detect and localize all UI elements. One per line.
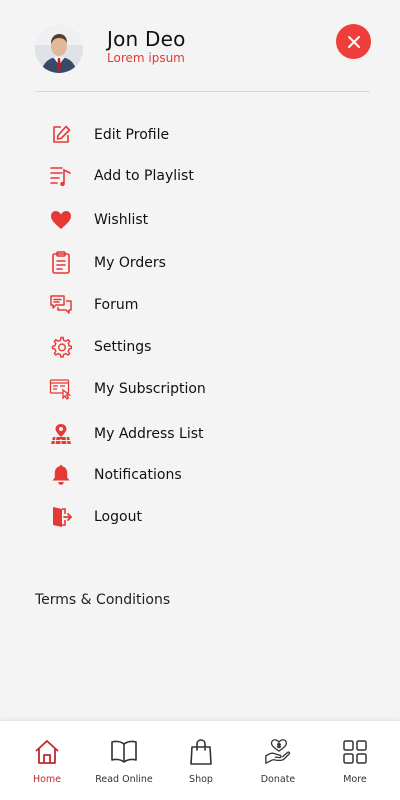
menu-item-add-to-playlist[interactable]: Add to Playlist	[48, 161, 368, 191]
header-divider	[35, 91, 370, 92]
menu-item-my-address-list[interactable]: My Address List	[48, 419, 368, 449]
nav-donate[interactable]: Donate	[238, 721, 318, 800]
nav-more[interactable]: More	[315, 721, 395, 800]
edit-icon	[48, 122, 74, 148]
terms-and-conditions-link[interactable]: Terms & Conditions	[35, 592, 170, 608]
menu-item-notifications[interactable]: Notifications	[48, 460, 368, 490]
user-name: Jon Deo	[107, 27, 186, 51]
nav-label: More	[343, 774, 367, 785]
nav-home[interactable]: Home	[7, 721, 87, 800]
shopping-bag-icon	[187, 738, 215, 766]
book-icon	[110, 738, 138, 766]
menu-item-label: Edit Profile	[94, 127, 170, 143]
nav-label: Read Online	[95, 774, 153, 785]
menu-item-my-subscription[interactable]: My Subscription	[48, 374, 368, 404]
logout-icon	[48, 504, 74, 530]
menu-item-my-orders[interactable]: My Orders	[48, 248, 368, 278]
home-icon	[33, 738, 61, 766]
bell-icon	[48, 462, 74, 488]
menu-item-label: Forum	[94, 297, 139, 313]
address-map-icon	[48, 421, 74, 447]
menu-item-edit-profile[interactable]: Edit Profile	[48, 120, 368, 150]
menu-item-label: Settings	[94, 339, 152, 355]
profile-header: Jon Deo Lorem ipsum	[0, 0, 400, 92]
menu-item-label: Add to Playlist	[94, 168, 194, 184]
bottom-navigation: Home Read Online Shop Donate More	[0, 720, 400, 800]
close-icon	[347, 35, 360, 48]
menu-item-logout[interactable]: Logout	[48, 502, 368, 532]
user-subtitle: Lorem ipsum	[107, 51, 185, 65]
donate-hand-icon	[264, 738, 292, 766]
nav-shop[interactable]: Shop	[161, 721, 241, 800]
clipboard-icon	[48, 250, 74, 276]
menu-item-settings[interactable]: Settings	[48, 332, 368, 362]
nav-label: Donate	[260, 774, 296, 785]
playlist-add-icon	[48, 163, 74, 189]
menu-item-label: My Orders	[94, 255, 166, 271]
nav-label: Shop	[189, 774, 213, 785]
nav-label: Home	[32, 774, 62, 785]
menu-item-label: My Address List	[94, 426, 204, 442]
menu-item-label: Notifications	[94, 467, 182, 483]
menu-item-wishlist[interactable]: Wishlist	[48, 205, 368, 235]
heart-icon	[48, 207, 74, 233]
menu-item-label: Wishlist	[94, 212, 149, 228]
close-button[interactable]	[336, 24, 371, 59]
menu-item-forum[interactable]: Forum	[48, 290, 368, 320]
menu-item-label: My Subscription	[94, 381, 206, 397]
nav-read-online[interactable]: Read Online	[84, 721, 164, 800]
subscription-icon	[48, 376, 74, 402]
menu-item-label: Logout	[94, 509, 142, 525]
chat-bubbles-icon	[48, 292, 74, 318]
grid-icon	[341, 738, 369, 766]
gear-icon	[48, 334, 74, 360]
avatar[interactable]	[35, 25, 83, 73]
